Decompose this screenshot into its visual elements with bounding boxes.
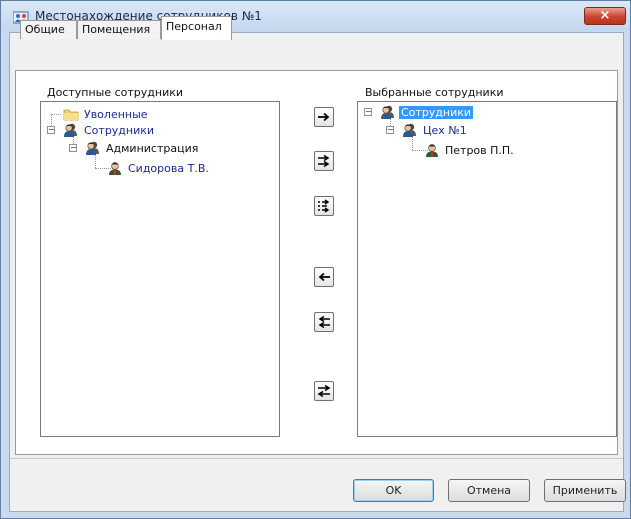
- swap-arrows-icon: [317, 384, 331, 398]
- ok-button-label: OK: [385, 484, 402, 497]
- add-all-button[interactable]: [314, 196, 334, 216]
- tree-connector: [51, 114, 61, 115]
- double-arrow-right-icon: [318, 154, 330, 168]
- close-button[interactable]: ×: [584, 7, 626, 25]
- tree-node-employees-selected[interactable]: Сотрудники: [380, 105, 474, 119]
- selected-employees-label: Выбранные сотрудники: [365, 86, 504, 99]
- collapse-toggle[interactable]: −: [364, 108, 372, 116]
- tree-node-administration[interactable]: Администрация: [85, 141, 200, 155]
- arrow-left-icon: [318, 272, 330, 282]
- dotted-arrow-right-icon: [318, 199, 330, 213]
- tree-node-label: Сотрудники: [84, 123, 155, 137]
- double-arrow-left-icon: [318, 315, 330, 329]
- tab-general-label: Общие: [25, 23, 65, 36]
- tree-node-label: Уволенные: [84, 107, 148, 121]
- tab-rooms[interactable]: Помещения: [77, 20, 161, 39]
- tab-personnel[interactable]: Персонал: [161, 16, 232, 40]
- folder-icon: [63, 109, 79, 121]
- tab-general[interactable]: Общие: [20, 20, 77, 39]
- cancel-button[interactable]: Отмена: [448, 479, 530, 502]
- add-selected-button[interactable]: [314, 107, 334, 127]
- collapse-toggle[interactable]: −: [47, 126, 55, 134]
- remove-all-button[interactable]: [314, 312, 334, 332]
- tree-node-dismissed[interactable]: Уволенные: [63, 107, 150, 121]
- available-employees-tree[interactable]: Уволенные − Сотрудники − Администрация С…: [40, 101, 280, 437]
- selected-employees-tree[interactable]: − Сотрудники − Цех №1 Петров П.П.: [357, 101, 617, 437]
- group-icon: [402, 123, 417, 137]
- tab-rooms-label: Помещения: [82, 23, 151, 36]
- tree-node-workshop-1[interactable]: Цех №1: [402, 123, 469, 137]
- tree-node-label: Сидорова Т.В.: [128, 161, 209, 175]
- group-icon: [380, 105, 395, 119]
- swap-button[interactable]: [314, 381, 334, 401]
- group-icon: [85, 141, 100, 155]
- footer-separator: [10, 458, 623, 459]
- tab-personnel-label: Персонал: [166, 20, 222, 33]
- tree-node-petrov[interactable]: Петров П.П.: [424, 143, 516, 157]
- group-icon: [63, 123, 78, 137]
- tree-node-label: Петров П.П.: [445, 143, 514, 157]
- collapse-toggle[interactable]: −: [69, 144, 77, 152]
- collapse-toggle[interactable]: −: [386, 126, 394, 134]
- person-icon: [108, 162, 122, 175]
- cancel-button-label: Отмена: [466, 484, 512, 497]
- arrow-right-icon: [318, 112, 330, 122]
- tree-node-sidorova[interactable]: Сидорова Т.В.: [107, 161, 211, 175]
- tree-node-employees[interactable]: Сотрудники: [63, 123, 156, 137]
- tree-node-label: Администрация: [106, 141, 199, 155]
- remove-selected-button[interactable]: [314, 267, 334, 287]
- available-employees-label: Доступные сотрудники: [47, 86, 184, 99]
- apply-button-label: Применить: [552, 484, 618, 497]
- apply-button[interactable]: Применить: [544, 479, 626, 502]
- tree-node-label: Сотрудники: [399, 105, 474, 119]
- add-group-button[interactable]: [314, 151, 334, 171]
- ok-button[interactable]: OK: [353, 479, 434, 502]
- person-icon: [425, 144, 439, 157]
- dialog-window: Местонахождение сотрудников №1 × Общие П…: [0, 0, 631, 519]
- close-icon: ×: [599, 8, 611, 23]
- tree-node-label: Цех №1: [423, 123, 467, 137]
